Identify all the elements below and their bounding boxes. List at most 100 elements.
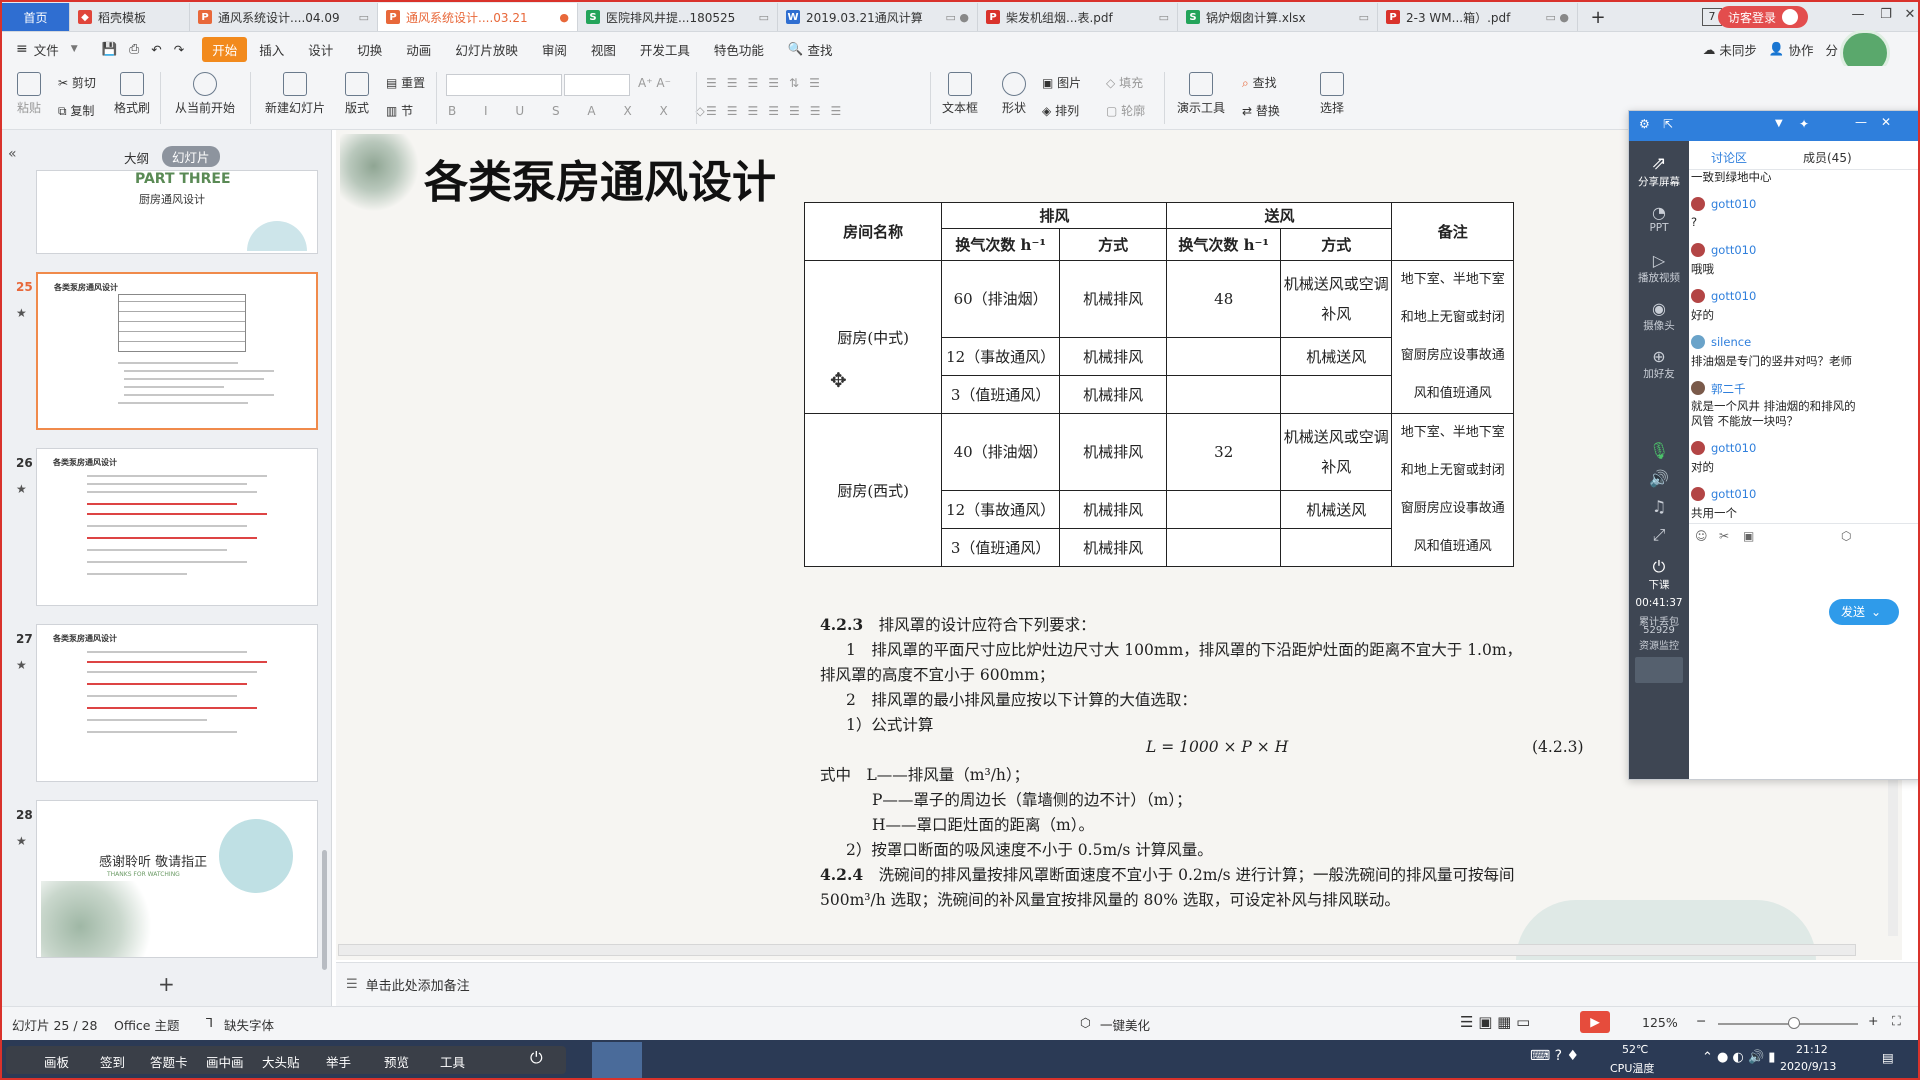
zoom-slider-handle[interactable] [1788, 1017, 1800, 1029]
chat-username[interactable]: gott010 [1711, 289, 1756, 303]
search-icon[interactable]: 🔍 [788, 41, 804, 57]
horizontal-scrollbar[interactable] [338, 944, 1856, 956]
toolbar-item[interactable]: 工具 [440, 1052, 465, 1071]
picture-button[interactable]: ▣ 图片 [1042, 74, 1081, 91]
menu-review[interactable]: 审阅 [530, 40, 579, 59]
clock-time[interactable]: 21:12 [1796, 1043, 1828, 1056]
star-icon[interactable]: ★ [16, 482, 27, 496]
star-icon[interactable]: ★ [16, 658, 27, 672]
image-icon[interactable]: ▣ [1743, 529, 1754, 543]
guest-login-button[interactable]: 访客登录 [1717, 6, 1808, 28]
chat-username[interactable]: gott010 [1711, 487, 1756, 501]
cloud-sync-icon[interactable]: ☁ [1703, 42, 1716, 57]
menu-animation[interactable]: 动画 [394, 40, 443, 59]
toolbar-item[interactable]: 大头贴 [262, 1052, 300, 1071]
zoom-in-icon[interactable]: + [1868, 1013, 1878, 1028]
fit-window-icon[interactable]: ⛶ [1892, 1013, 1901, 1029]
tab-document-active[interactable]: P 通风系统设计....03.21 ● [378, 3, 578, 31]
collapse-panel-icon[interactable]: « [8, 146, 17, 162]
slide-thumbnail-selected[interactable]: 各类泵房通风设计 [36, 272, 318, 430]
outline-button[interactable]: ▢ 轮廓 [1106, 102, 1145, 119]
close-icon[interactable]: ✕ [1881, 115, 1891, 129]
add-slide-button[interactable]: + [158, 972, 175, 996]
layout-button[interactable]: 版式 [340, 72, 374, 116]
print-icon[interactable]: ⎙ [129, 41, 139, 57]
chevron-down-icon[interactable]: ▼ [1775, 118, 1783, 129]
paste-button[interactable]: 粘贴 [14, 72, 44, 116]
cut-button[interactable]: ✂ 剪切 [58, 74, 96, 91]
minimize-icon[interactable]: — [1844, 7, 1872, 27]
save-icon[interactable]: 💾 [102, 41, 118, 57]
star-icon[interactable]: ★ [16, 834, 27, 848]
chat-username[interactable]: 郭二千 [1711, 381, 1746, 397]
slide-thumbnail[interactable]: 各类泵房通风设计 [36, 624, 318, 782]
chat-username[interactable]: silence [1711, 335, 1751, 349]
font-grow-icon[interactable]: A⁺ A⁻ [638, 76, 671, 90]
notification-icon[interactable]: ▤ [1882, 1050, 1894, 1065]
minimize-icon[interactable]: — [1855, 115, 1867, 129]
slide-thumbnail[interactable]: 感谢聆听 敬请指正 THANKS FOR WATCHING [36, 800, 318, 958]
presenter-tools-button[interactable]: 演示工具 [1174, 72, 1228, 116]
tab-outline[interactable]: 大纲 [124, 148, 149, 167]
play-video-button[interactable]: ▷ 播放视频 [1629, 251, 1689, 285]
end-class-button[interactable]: ⏻ 下课 [1629, 557, 1689, 592]
menu-developer[interactable]: 开发工具 [628, 40, 702, 59]
pinned-app-icon[interactable] [592, 1042, 642, 1078]
music-icon[interactable]: ♫ [1629, 497, 1689, 516]
ventilation-table[interactable]: 房间名称 排风 送风 备注 换气次数 h⁻¹ 方式 换气次数 h⁻¹ 方式 厨房… [803, 202, 1514, 568]
replace-button[interactable]: ⇄ 替换 [1242, 102, 1280, 119]
fill-button[interactable]: ◇ 填充 [1106, 74, 1143, 91]
menu-design[interactable]: 设计 [296, 40, 345, 59]
toolbar-item[interactable]: 预览 [384, 1052, 409, 1071]
tab-slides[interactable]: 幻灯片 [162, 146, 220, 167]
share-screen-button[interactable]: ⇗ 分享屏幕 [1629, 153, 1689, 189]
notes-bar[interactable]: ☰ 单击此处添加备注 [336, 962, 1918, 1006]
missing-font-button[interactable]: 缺失字体 [224, 1015, 274, 1034]
clock-date[interactable]: 2020/9/13 [1780, 1060, 1836, 1073]
font-name-select[interactable] [446, 74, 562, 96]
tab-members[interactable]: 成员(45) [1803, 149, 1852, 166]
toolbar-item[interactable]: 签到 [100, 1052, 125, 1071]
arrange-button[interactable]: ◈ 排列 [1042, 102, 1079, 119]
tab-status-icon[interactable]: ▭ ● [938, 11, 970, 24]
reset-button[interactable]: ▤ 重置 [386, 74, 425, 91]
slide-title[interactable]: 各类泵房通风设计 [424, 146, 776, 210]
ppt-button[interactable]: ◔ PPT [1629, 203, 1689, 234]
collaborate-icon[interactable]: 👤 [1769, 41, 1785, 57]
toolbar-item[interactable]: 画中画 [206, 1052, 244, 1071]
toolbar-item[interactable]: 答题卡 [150, 1052, 188, 1071]
tab-docer[interactable]: ◆ 稻壳模板 [70, 3, 190, 31]
microphone-icon[interactable]: 🎙 [1629, 441, 1689, 460]
share-out-icon[interactable]: ⇱ [1663, 117, 1673, 131]
tab-status-icon[interactable]: ▭ [1151, 11, 1169, 24]
resource-monitor-button[interactable]: 资源监控 [1629, 637, 1689, 652]
play-slideshow-button[interactable]: ▶ [1580, 1011, 1610, 1033]
chevron-down-icon[interactable]: ⌄ [1871, 605, 1881, 619]
redo-icon[interactable]: ↷ [174, 42, 184, 57]
chevron-down-icon[interactable]: ▼ [71, 44, 78, 54]
tab-status-icon[interactable]: ▭ [751, 11, 769, 24]
toolbar-item[interactable]: 画板 [44, 1052, 69, 1071]
theme-name[interactable]: Office 主题 [114, 1015, 179, 1034]
font-style-buttons[interactable]: B I U S A X X ◇ [448, 104, 717, 118]
tab-discussion[interactable]: 讨论区 [1711, 149, 1747, 166]
textbox-button[interactable]: 文本框 [940, 72, 980, 116]
send-button[interactable]: 发送 ⌄ [1829, 599, 1899, 625]
thumbnail-scrollbar[interactable] [322, 850, 327, 970]
tab-document[interactable]: P 2-3 WM...箱）.pdf ▭ ● [1378, 3, 1578, 31]
chat-username[interactable]: gott010 [1711, 243, 1756, 257]
camera-button[interactable]: ◉ 摄像头 [1629, 299, 1689, 333]
new-slide-button[interactable]: 新建幻灯片 [260, 72, 330, 116]
tab-status-icon[interactable]: ▭ ● [1538, 11, 1570, 24]
one-click-beautify-button[interactable]: 一键美化 [1100, 1015, 1150, 1034]
fullscreen-icon[interactable]: ⤢ [1629, 525, 1689, 545]
close-icon[interactable]: ✕ [1896, 7, 1918, 27]
format-painter-button[interactable]: 格式刷 [112, 72, 152, 116]
tab-document[interactable]: P 柴发机组烟...表.pdf ▭ [978, 3, 1178, 31]
menu-insert[interactable]: 插入 [247, 40, 296, 59]
notes-placeholder[interactable]: 单击此处添加备注 [366, 975, 470, 994]
tab-document[interactable]: S 锅炉烟囱计算.xlsx ▭ [1178, 3, 1378, 31]
toolbar-item[interactable]: 举手 [326, 1052, 351, 1071]
align-buttons[interactable]: ☰☰☰☰☰☰☰ [706, 104, 851, 118]
menu-home[interactable]: 开始 [202, 36, 248, 62]
